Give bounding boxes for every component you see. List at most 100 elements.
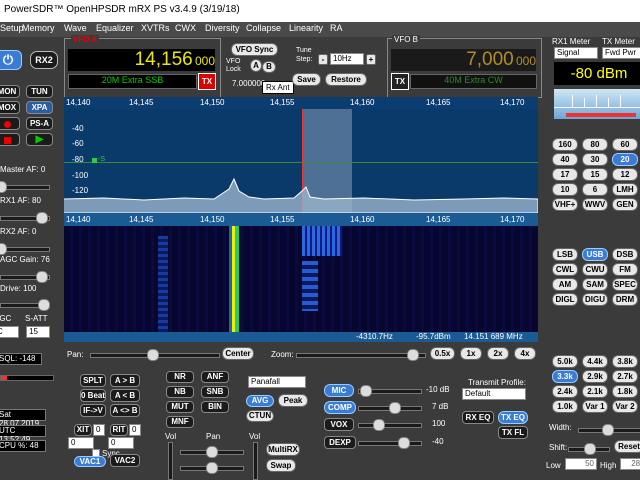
xit-value-spin[interactable]: 0	[68, 437, 94, 449]
vac2-button[interactable]: VAC2	[110, 454, 140, 467]
band-vhf--button[interactable]: VHF+	[552, 198, 578, 211]
menu-linearity[interactable]: Linearity	[289, 23, 323, 33]
agc-gain-knob[interactable]	[36, 271, 48, 283]
step-up-button[interactable]: +	[366, 54, 376, 65]
vox-button[interactable]: VOX	[324, 418, 354, 431]
master-af-knob[interactable]	[0, 181, 7, 193]
a-swap-b-button[interactable]: A <> B	[110, 404, 140, 417]
tun-button[interactable]: TUN	[26, 85, 53, 98]
spectrum-display[interactable]: -40 -60 -80 -100 -120 -S	[64, 109, 538, 213]
rx1-af-knob[interactable]	[36, 212, 48, 224]
vfo-sync-button[interactable]: VFO Sync	[231, 43, 278, 56]
filter-var-2-button[interactable]: Var 2	[612, 400, 638, 413]
zoom-4x-button[interactable]: 4x	[514, 347, 536, 360]
zero-beat-button[interactable]: 0 Beat	[80, 389, 106, 402]
filter-var-1-button[interactable]: Var 1	[582, 400, 608, 413]
filter-1-8k-button[interactable]: 1.8k	[612, 385, 638, 398]
vol-vertical-slider[interactable]	[168, 442, 173, 480]
mon-button[interactable]: MON	[0, 85, 20, 98]
mic-button[interactable]: MIC	[324, 384, 354, 397]
mode-usb-button[interactable]: USB	[582, 248, 608, 261]
zoom-knob[interactable]	[407, 349, 419, 361]
menu-collapse[interactable]: Collapse	[246, 23, 281, 33]
a-to-b-button[interactable]: A > B	[110, 374, 140, 387]
play-button[interactable]: ▶	[26, 133, 53, 146]
tx-eq-button[interactable]: TX EQ	[498, 411, 528, 424]
xit-spin[interactable]: 0	[93, 424, 105, 436]
vox-knob[interactable]	[373, 419, 385, 431]
mode-am-button[interactable]: AM	[552, 278, 578, 291]
waterfall-display[interactable]	[64, 226, 538, 332]
high-spin[interactable]: 2850	[620, 458, 640, 470]
pan-knob-1[interactable]	[206, 446, 218, 458]
ps-a-button[interactable]: PS-A	[26, 117, 53, 130]
transmit-profile-select[interactable]: Default	[462, 388, 526, 400]
restore-button[interactable]: Restore	[325, 73, 367, 86]
dexp-button[interactable]: DEXP	[324, 436, 356, 449]
record-button[interactable]	[0, 117, 20, 130]
zoom-05x-button[interactable]: 0.5x	[430, 347, 455, 360]
menu-cwx[interactable]: CWX	[175, 23, 196, 33]
power-button[interactable]: ⏻	[0, 50, 22, 70]
anf-button[interactable]: ANF	[201, 371, 229, 383]
lock-b-button[interactable]: B	[262, 61, 276, 73]
menu-ra[interactable]: RA	[330, 23, 343, 33]
band-160-button[interactable]: 160	[552, 138, 578, 151]
filter-4-4k-button[interactable]: 4.4k	[582, 355, 608, 368]
xit-button[interactable]: XIT	[74, 424, 92, 436]
band-lmh-button[interactable]: LMH	[612, 183, 638, 196]
dexp-slider[interactable]	[358, 441, 422, 446]
filter-2-7k-button[interactable]: 2.7k	[612, 370, 638, 383]
band-17-button[interactable]: 17	[552, 168, 578, 181]
vfo-a-tx-button[interactable]: TX	[198, 73, 216, 90]
band-gen-button[interactable]: GEN	[612, 198, 638, 211]
menu-memory[interactable]: Memory	[22, 23, 55, 33]
band-12-button[interactable]: 12	[612, 168, 638, 181]
master-af-slider[interactable]	[0, 185, 50, 190]
rx-meter-select[interactable]: Signal	[554, 47, 598, 59]
tune-step-select[interactable]: 10Hz	[330, 53, 364, 65]
nb-button[interactable]: NB	[166, 386, 194, 398]
mode-fm-button[interactable]: FM	[612, 263, 638, 276]
step-down-button[interactable]: -	[318, 54, 328, 65]
mode-drm-button[interactable]: DRM	[612, 293, 638, 306]
vac1-button[interactable]: VAC1	[74, 456, 106, 467]
filter-2-1k-button[interactable]: 2.1k	[582, 385, 608, 398]
width-knob[interactable]	[602, 424, 614, 436]
band-20-button[interactable]: 20	[612, 153, 638, 166]
vfo-a-frequency[interactable]: 14,156 000	[68, 49, 215, 71]
zoom-2x-button[interactable]: 2x	[487, 347, 509, 360]
filter-3-3k-button[interactable]: 3.3k	[552, 370, 578, 383]
band-10-button[interactable]: 10	[552, 183, 578, 196]
bin-button[interactable]: BIN	[201, 401, 229, 413]
rit-value-spin[interactable]: 0	[108, 437, 134, 449]
mox-button[interactable]: MOX	[0, 101, 20, 114]
shift-reset-button[interactable]: Reset	[614, 440, 640, 453]
menu-diversity[interactable]: Diversity	[205, 23, 240, 33]
menu-xvtrs[interactable]: XVTRs	[141, 23, 170, 33]
mode-spec-button[interactable]: SPEC	[612, 278, 638, 291]
rx2-button[interactable]: RX2	[30, 51, 58, 69]
band-40-button[interactable]: 40	[552, 153, 578, 166]
comp-knob[interactable]	[389, 402, 401, 414]
mode-sam-button[interactable]: SAM	[582, 278, 608, 291]
filter-1-0k-button[interactable]: 1.0k	[552, 400, 578, 413]
swap-button[interactable]: Swap	[266, 459, 296, 472]
if-to-v-button[interactable]: IF->V	[80, 404, 106, 417]
vox-slider[interactable]	[358, 423, 422, 428]
menu-setup[interactable]: Setup	[0, 23, 24, 33]
tx-filter-button[interactable]: TX FL	[498, 426, 528, 439]
filter-2-9k-button[interactable]: 2.9k	[582, 370, 608, 383]
ctun-button[interactable]: CTUN	[246, 410, 274, 422]
a-from-b-button[interactable]: A < B	[110, 389, 140, 402]
tx-meter-select[interactable]: Fwd Pwr	[602, 47, 640, 59]
lock-a-button[interactable]: A	[250, 59, 262, 72]
mode-cwl-button[interactable]: CWL	[552, 263, 578, 276]
comp-button[interactable]: COMP	[324, 401, 356, 414]
mode-lsb-button[interactable]: LSB	[552, 248, 578, 261]
mode-dsb-button[interactable]: DSB	[612, 248, 638, 261]
filter-5-0k-button[interactable]: 5.0k	[552, 355, 578, 368]
satt-select[interactable]: 15	[26, 326, 50, 338]
shift-knob[interactable]	[584, 443, 596, 455]
menu-equalizer[interactable]: Equalizer	[96, 23, 134, 33]
